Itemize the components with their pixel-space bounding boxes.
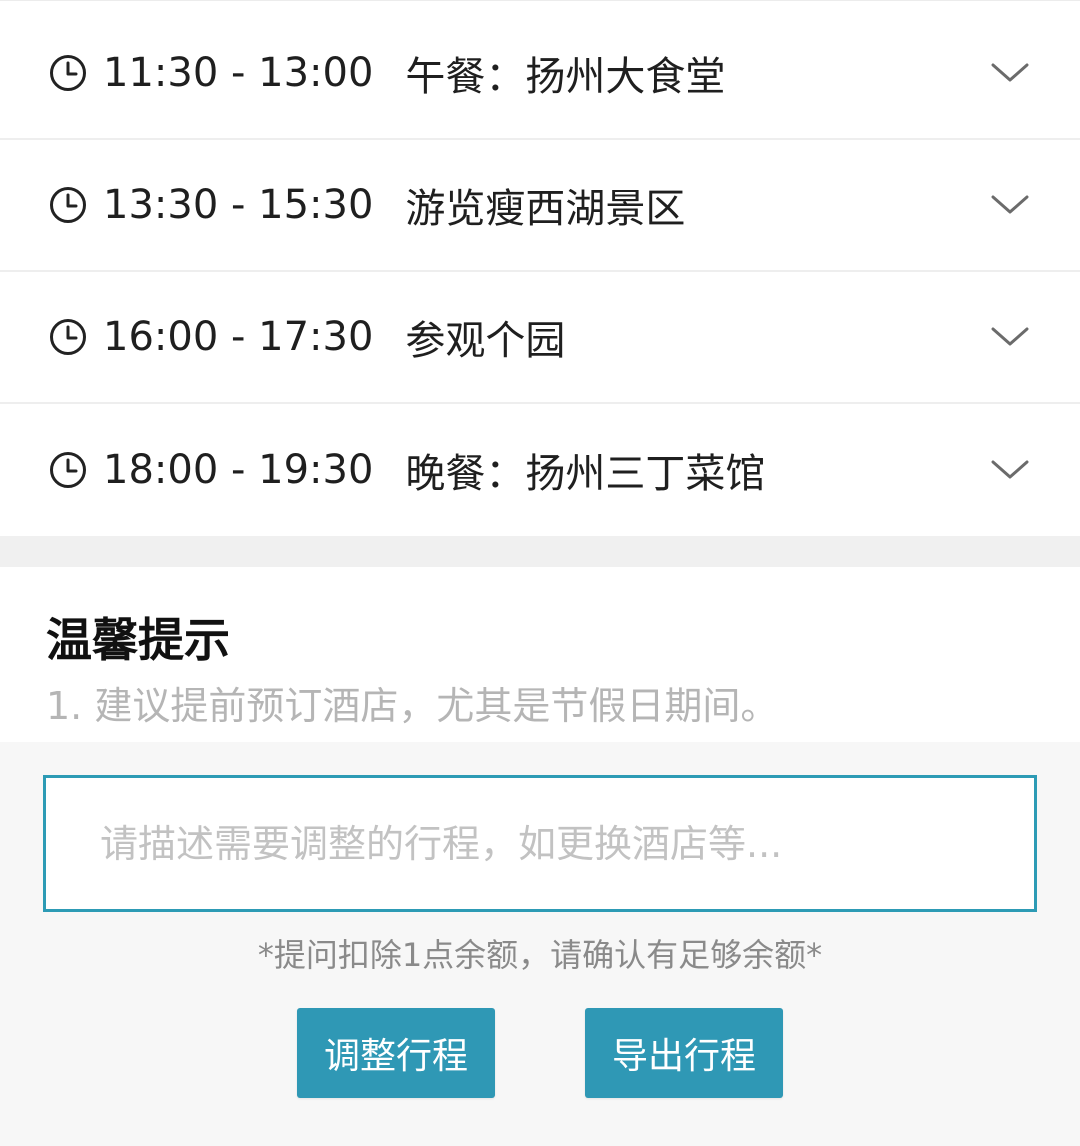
item-title: 晚餐：扬州三丁菜馆 [405, 451, 766, 497]
adjust-panel: *提问扣除1点余额，请确认有足够余额* 调整行程 导出行程 [0, 742, 1080, 1146]
item-title: 午餐：扬州大食堂 [405, 53, 726, 100]
tips-line: 1. 建议提前预订酒店，尤其是节假日期间。 [46, 684, 779, 728]
chevron-down-icon[interactable] [990, 185, 1030, 225]
adjust-itinerary-button[interactable]: 调整行程 [297, 1008, 495, 1098]
item-title: 参观个园 [405, 318, 566, 364]
item-time: 18:00 - 19:30 [103, 447, 374, 493]
clock-icon [48, 317, 88, 357]
item-time: 16:00 - 17:30 [103, 314, 374, 360]
item-time: 13:30 - 15:30 [103, 182, 374, 228]
adjust-request-input[interactable] [98, 820, 1034, 867]
tips-card: 温馨提示 1. 建议提前预订酒店，尤其是节假日期间。 [0, 567, 1080, 745]
clock-icon [48, 53, 88, 93]
page: 11:30 - 13:00 午餐：扬州大食堂 13:30 - 15:30 游览瘦… [0, 0, 1080, 1146]
item-title: 游览瘦西湖景区 [405, 186, 686, 232]
adjust-input-box[interactable] [43, 775, 1037, 912]
item-time: 11:30 - 13:00 [103, 49, 374, 96]
tips-title: 温馨提示 [46, 613, 230, 667]
export-itinerary-button[interactable]: 导出行程 [585, 1008, 783, 1098]
itinerary-item[interactable]: 13:30 - 15:30 游览瘦西湖景区 [0, 140, 1080, 272]
itinerary-item[interactable]: 16:00 - 17:30 参观个园 [0, 272, 1080, 404]
clock-icon [48, 450, 88, 490]
chevron-down-icon[interactable] [990, 53, 1030, 93]
clock-icon [48, 185, 88, 225]
itinerary-item[interactable]: 18:00 - 19:30 晚餐：扬州三丁菜馆 [0, 404, 1080, 536]
itinerary-item[interactable]: 11:30 - 13:00 午餐：扬州大食堂 [0, 7, 1080, 140]
balance-notice: *提问扣除1点余额，请确认有足够余额* [257, 936, 823, 974]
itinerary-list: 11:30 - 13:00 午餐：扬州大食堂 13:30 - 15:30 游览瘦… [0, 0, 1080, 536]
chevron-down-icon[interactable] [990, 317, 1030, 357]
chevron-down-icon[interactable] [990, 450, 1030, 490]
